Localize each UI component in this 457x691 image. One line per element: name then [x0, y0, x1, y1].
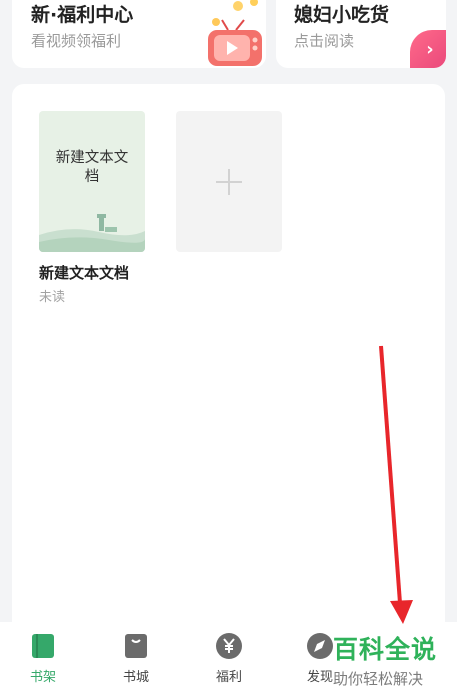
tab-label-bookshelf: 书架	[29, 670, 56, 685]
welfare-center-title: 新·福利中心	[31, 4, 134, 26]
compass-icon	[307, 633, 333, 659]
tab-bookshelf[interactable]: 书架	[3, 622, 83, 691]
tab-welfare[interactable]: 福利	[189, 622, 269, 691]
book-read-status: 未读	[39, 290, 66, 305]
book-cover[interactable]: 新建文本文档	[39, 111, 145, 252]
plus-icon	[216, 168, 242, 195]
add-book-button[interactable]	[176, 111, 282, 252]
tab-label-welfare: 福利	[215, 670, 242, 685]
yen-coin-icon	[216, 633, 242, 659]
bookshelf-panel: 新建文本文档 新建文本文档 未读	[12, 84, 445, 644]
tv-icon	[208, 0, 262, 66]
book-recommend-title: 媳妇小吃货	[294, 4, 390, 26]
lighthouse-landscape-icon	[39, 214, 145, 252]
welfare-center-subtitle: 看视频领福利	[31, 32, 122, 50]
watermark: 百科全说 助你轻松解决	[333, 630, 457, 689]
book-recommend-card[interactable]: 媳妇小吃货 点击阅读 ›	[276, 0, 446, 68]
book-recommend-subtitle: 点击阅读	[294, 32, 355, 50]
watermark-subtitle: 助你轻松解决	[333, 670, 424, 688]
bookshelf-icon	[32, 634, 54, 658]
bookstore-icon	[125, 634, 147, 658]
chevron-right-icon[interactable]: ›	[410, 30, 446, 68]
watermark-title: 百科全说	[333, 635, 438, 664]
tab-label-bookstore: 书城	[122, 670, 149, 685]
book-name[interactable]: 新建文本文档	[39, 262, 129, 283]
tab-bookstore[interactable]: 书城	[96, 622, 176, 691]
welfare-center-card[interactable]: 新·福利中心 看视频领福利	[12, 0, 266, 68]
